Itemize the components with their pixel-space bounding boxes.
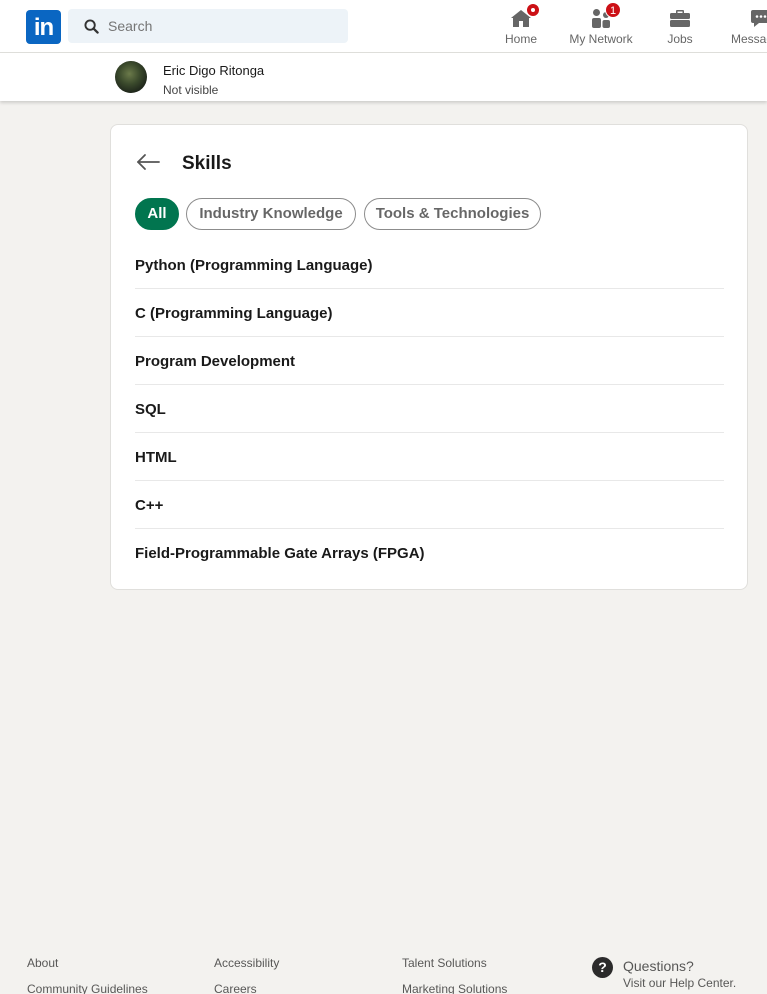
skills-card: Skills All Industry Knowledge Tools & Te… <box>110 124 748 590</box>
search-icon <box>84 19 99 34</box>
skill-item[interactable]: Program Development <box>135 337 724 385</box>
nav-home-label: Home <box>504 32 537 46</box>
skill-item[interactable]: Field-Programmable Gate Arrays (FPGA) <box>135 529 724 577</box>
filter-all[interactable]: All <box>135 198 179 230</box>
nav-jobs[interactable]: Jobs <box>662 4 698 50</box>
profile-visibility-status: Not visible <box>163 83 219 97</box>
nav-messaging-label: Messaging <box>731 32 767 46</box>
skills-list: Python (Programming Language) C (Program… <box>135 241 724 577</box>
profile-sticky-bar: Eric Digo Ritonga Not visible <box>0 53 767 101</box>
help-center-link[interactable]: Visit our Help Center. <box>623 976 736 990</box>
skill-item[interactable]: Python (Programming Language) <box>135 241 724 289</box>
profile-name[interactable]: Eric Digo Ritonga <box>163 63 264 78</box>
question-icon: ? <box>592 957 613 978</box>
nav-home[interactable]: Home <box>500 3 542 50</box>
avatar[interactable] <box>115 61 147 93</box>
help-title[interactable]: Questions? <box>623 958 694 974</box>
footer-link-community-guidelines[interactable]: Community Guidelines <box>27 982 148 994</box>
footer-link-talent-solutions[interactable]: Talent Solutions <box>402 956 487 970</box>
footer-link-marketing-solutions[interactable]: Marketing Solutions <box>402 982 507 994</box>
linkedin-logo[interactable]: in <box>26 10 61 44</box>
skill-item[interactable]: HTML <box>135 433 724 481</box>
chat-icon <box>751 10 767 27</box>
skill-item[interactable]: C (Programming Language) <box>135 289 724 337</box>
nav-jobs-label: Jobs <box>667 32 693 46</box>
footer-link-careers[interactable]: Careers <box>214 982 257 994</box>
notification-badge: 1 <box>605 2 621 18</box>
skill-item[interactable]: SQL <box>135 385 724 433</box>
search-box[interactable] <box>68 9 348 43</box>
footer-link-about[interactable]: About <box>27 956 58 970</box>
filter-industry-knowledge[interactable]: Industry Knowledge <box>186 198 356 230</box>
skill-item[interactable]: C++ <box>135 481 724 529</box>
footer-link-accessibility[interactable]: Accessibility <box>214 956 279 970</box>
nav-my-network[interactable]: 1 My Network <box>566 2 636 50</box>
notification-dot <box>526 3 540 17</box>
nav-messaging[interactable]: Messaging <box>731 4 767 50</box>
briefcase-icon <box>670 10 690 27</box>
filter-tools-technologies[interactable]: Tools & Technologies <box>364 198 541 230</box>
search-input[interactable] <box>108 9 338 43</box>
top-nav: in Home 1 My Network <box>0 0 767 53</box>
back-arrow-icon[interactable] <box>135 151 161 173</box>
page-title: Skills <box>182 153 232 174</box>
nav-my-network-label: My Network <box>569 32 633 46</box>
